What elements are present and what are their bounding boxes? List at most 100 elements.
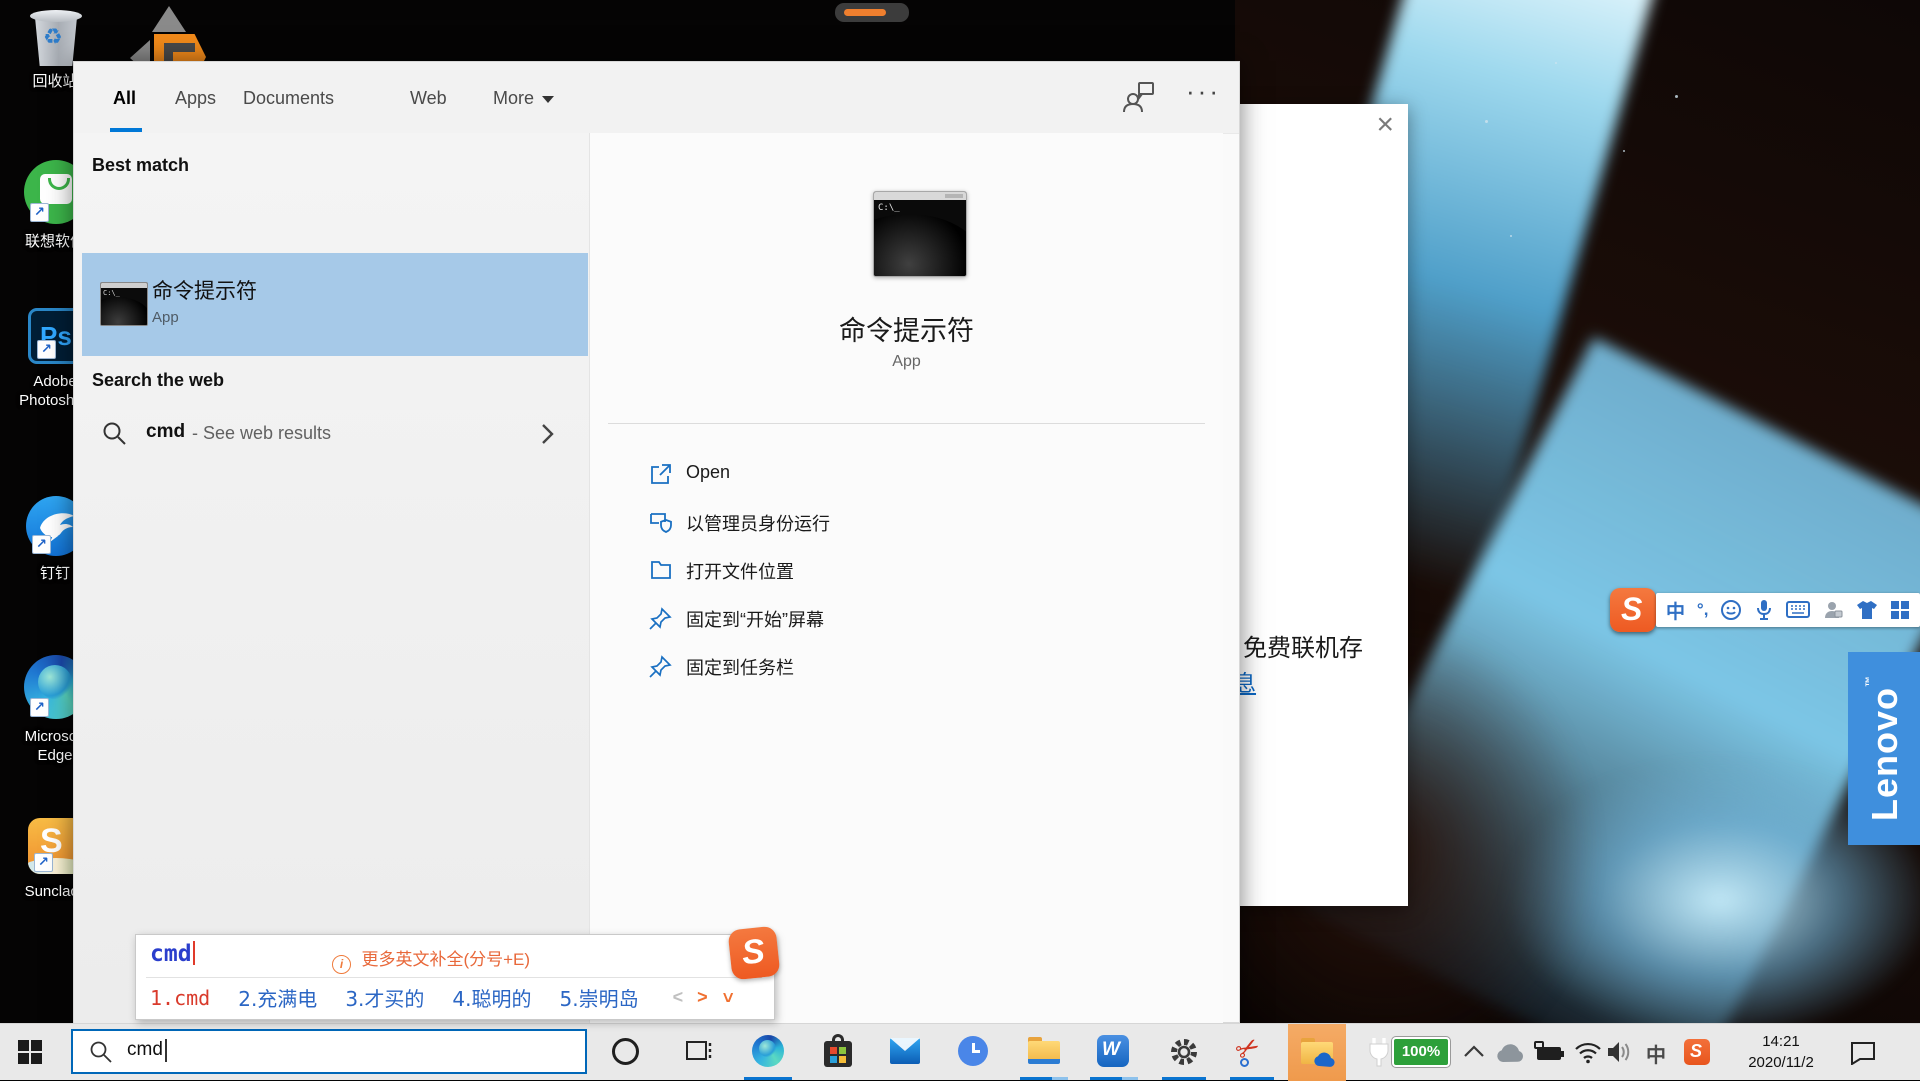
cmd-large-buttons — [945, 194, 963, 198]
ime-divider — [146, 977, 762, 978]
action-run-as-admin[interactable]: 以管理员身份运行 — [648, 499, 1188, 547]
ime-candidate-4[interactable]: 4.聪明的 — [452, 983, 531, 1012]
onedrive-cloud-icon — [1312, 1052, 1336, 1067]
start-button[interactable] — [18, 1040, 44, 1066]
open-icon — [648, 461, 674, 487]
clock[interactable]: 14:21 2020/11/2 — [1722, 1031, 1840, 1073]
onedrive-tray-icon[interactable] — [1494, 1043, 1526, 1063]
lenovo-tm: ™ — [1864, 675, 1876, 687]
action-pin-to-taskbar[interactable]: 固定到任务栏 — [648, 643, 1188, 691]
ms-square — [830, 1047, 837, 1054]
tray-expand-chevron-icon[interactable] — [1463, 1044, 1485, 1058]
taskbar-edge-icon[interactable] — [752, 1035, 784, 1067]
ime-prev-page-icon[interactable]: < — [673, 987, 684, 1008]
ime-composition: cmd — [150, 941, 192, 967]
sogou-tray-icon[interactable]: S — [1684, 1039, 1710, 1065]
star — [1555, 62, 1557, 64]
action-open[interactable]: Open — [648, 451, 1188, 499]
edge-swirl — [38, 665, 72, 699]
overlay-handle[interactable] — [835, 3, 909, 22]
tab-all[interactable]: All — [113, 88, 136, 109]
cmd-icon-prompt: C:\_ — [103, 289, 120, 297]
ime-candidate-3[interactable]: 3.才买的 — [345, 983, 424, 1012]
chevron-down-icon — [542, 96, 554, 103]
ms-square — [830, 1056, 837, 1063]
web-search-result[interactable]: cmd - See web results — [82, 405, 588, 463]
battery-percentage-badge[interactable]: 100% — [1392, 1037, 1450, 1067]
best-match-result[interactable]: C:\_ 命令提示符 App — [82, 253, 588, 356]
tab-more[interactable]: More — [493, 88, 554, 109]
shortcut-arrow-icon: ↗ — [30, 203, 49, 222]
cortana-button[interactable] — [612, 1038, 639, 1065]
windows-search-panel: All Apps Documents Web More ··· Best mat… — [73, 61, 1240, 1023]
action-open-file-location[interactable]: 打开文件位置 — [648, 547, 1188, 595]
taskbar-active-folder-slot[interactable] — [1288, 1024, 1346, 1081]
clock-hand — [972, 1050, 980, 1053]
action-pin-to-start[interactable]: 固定到“开始”屏幕 — [648, 595, 1188, 643]
user-feedback-icon[interactable] — [1122, 80, 1156, 114]
taskbar-clock-app-icon[interactable] — [958, 1036, 988, 1066]
start-pane — [18, 1040, 29, 1051]
web-suffix: - See web results — [192, 423, 331, 444]
action-label: Open — [686, 462, 730, 483]
punctuation-mode-icon[interactable]: °, — [1697, 600, 1709, 620]
battery-tray-icon[interactable] — [1534, 1044, 1564, 1061]
sogou-logo-icon[interactable]: S — [1610, 588, 1656, 632]
search-icon — [89, 1040, 113, 1064]
toolbox-grid-icon[interactable] — [1890, 600, 1910, 620]
label-line2: Edge — [37, 747, 72, 764]
cmd-large-sheen — [873, 214, 967, 277]
account-icon[interactable] — [1822, 599, 1844, 621]
sogou-s: S — [1621, 591, 1642, 628]
taskbar-settings-icon[interactable] — [1168, 1036, 1200, 1068]
sogou-s: S — [1690, 1041, 1710, 1062]
shortcut-arrow-icon: ↗ — [32, 535, 51, 554]
scissors-ring — [1240, 1058, 1249, 1067]
ms-square — [839, 1047, 846, 1054]
shortcut-arrow-icon: ↗ — [34, 853, 53, 872]
tab-apps[interactable]: Apps — [175, 88, 216, 109]
more-options-icon[interactable]: ··· — [1186, 76, 1221, 107]
taskbar-explorer-icon[interactable] — [1028, 1037, 1060, 1065]
plug-icon[interactable] — [1366, 1036, 1392, 1068]
battery-percent-text: 100% — [1402, 1043, 1440, 1060]
ime-candidate-2[interactable]: 2.充满电 — [238, 983, 317, 1012]
action-label: 固定到“开始”屏幕 — [686, 606, 824, 632]
chinese-mode-icon[interactable]: 中 — [1666, 597, 1685, 624]
section-search-web: Search the web — [92, 370, 224, 391]
microphone-icon[interactable] — [1754, 599, 1774, 621]
taskbar-screenshot-icon[interactable]: ✂ — [1236, 1034, 1268, 1068]
arrow-up-icon — [152, 6, 186, 32]
ime-hint[interactable]: i 更多英文补全(分号+E) — [332, 945, 530, 974]
ime-language-indicator[interactable]: 中 — [1646, 1039, 1666, 1068]
sogou-language-bar[interactable]: S 中 °, — [1610, 588, 1920, 632]
label-line1: Adobe — [33, 373, 76, 390]
taskbar-store-icon[interactable] — [824, 1034, 852, 1068]
ime-expand-icon[interactable]: > — [716, 992, 737, 1003]
plug-overlay — [1534, 1041, 1544, 1049]
action-center-icon[interactable] — [1850, 1041, 1876, 1065]
taskbar-wps-icon[interactable]: W — [1097, 1035, 1129, 1067]
action-label: 固定到任务栏 — [686, 654, 794, 680]
ime-next-page-icon[interactable]: > — [697, 987, 708, 1008]
wifi-icon[interactable] — [1574, 1040, 1602, 1064]
tab-web[interactable]: Web — [410, 88, 447, 109]
overlay-handle-pill — [844, 9, 886, 16]
ime-candidates-row: 1.cmd 2.充满电 3.才买的 4.聪明的 5.崇明岛 < > > — [150, 983, 762, 1012]
keyboard-icon[interactable] — [1786, 601, 1810, 619]
task-view-button[interactable] — [686, 1039, 714, 1065]
skin-icon[interactable] — [1856, 600, 1878, 620]
close-icon[interactable]: × — [1376, 110, 1394, 140]
tab-documents[interactable]: Documents — [243, 88, 334, 109]
ime-candidate-5[interactable]: 5.崇明岛 — [560, 983, 639, 1012]
preview-title: 命令提示符 — [590, 309, 1223, 348]
emoji-icon[interactable] — [1720, 599, 1742, 621]
clock-date: 2020/11/2 — [1722, 1052, 1840, 1073]
ime-candidate-1[interactable]: 1.cmd — [150, 986, 210, 1010]
ime-composition-row: cmd — [150, 941, 195, 973]
clock-time: 14:21 — [1722, 1031, 1840, 1052]
taskbar-search-box[interactable]: cmd — [71, 1029, 587, 1074]
taskbar-mail-icon[interactable] — [890, 1038, 920, 1064]
promo-text: 免费联机存 — [1243, 628, 1363, 663]
volume-icon[interactable] — [1606, 1040, 1634, 1064]
